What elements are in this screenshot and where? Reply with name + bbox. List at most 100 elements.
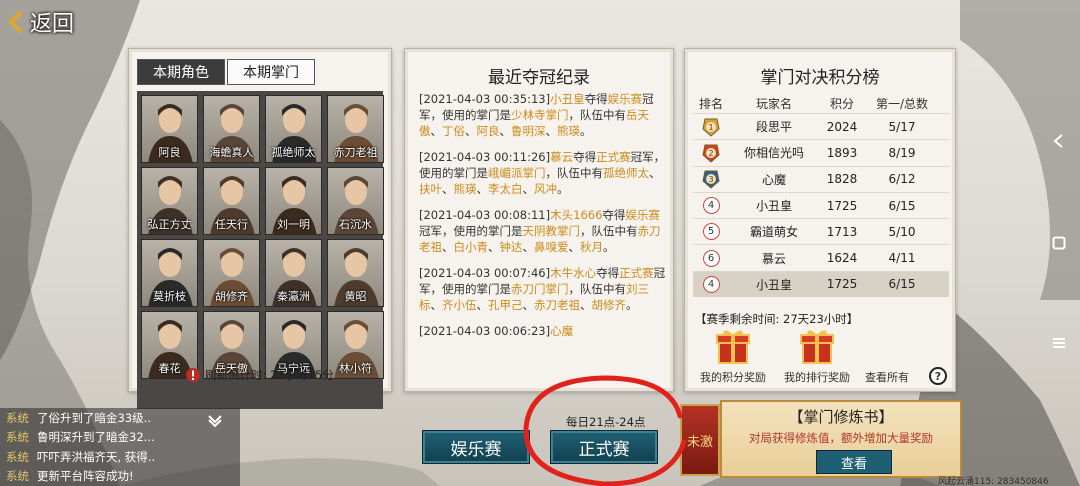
record-text: 、 xyxy=(430,124,443,138)
character-name: 黄昭 xyxy=(344,290,367,303)
record-text: 、 xyxy=(522,240,535,254)
player-ratio: 5/17 xyxy=(888,119,916,134)
back-nav-icon[interactable] xyxy=(1052,134,1066,148)
character-card[interactable]: 胡修齐 xyxy=(203,239,260,307)
records-list[interactable]: [2021-04-03 00:35:13]小丑皇夺得娱乐赛冠军，使用的掌门是少林… xyxy=(419,91,667,389)
record-highlight: 阿良 xyxy=(476,124,500,138)
record-highlight: 白小青 xyxy=(453,240,489,254)
rank-row[interactable]: 4 小丑皇 1725 6/15 xyxy=(693,191,949,218)
record-text: 、 xyxy=(442,240,454,254)
self-rank-row[interactable]: 4 小丑皇 1725 6/15 xyxy=(693,270,949,298)
record-text: 、 xyxy=(568,240,581,254)
rank-row[interactable]: 3 心魔 1828 6/12 xyxy=(693,165,949,192)
tab-current-sect-leaders[interactable]: 本期掌门 xyxy=(227,59,315,85)
player-ratio: 8/19 xyxy=(888,145,916,160)
record-text: 、 xyxy=(488,240,500,254)
record-text: 、 xyxy=(476,298,489,312)
rank-number: 6 xyxy=(702,249,720,267)
character-card[interactable]: 刘一明 xyxy=(265,167,322,235)
record-text: [2021-04-03 00:07:46] xyxy=(419,266,551,280)
record-highlight: 赤刀老祖 xyxy=(534,298,580,312)
player-score: 1725 xyxy=(826,277,858,292)
back-button[interactable]: 返回 xyxy=(8,6,74,38)
system-chat[interactable]: 系统 了俗升到了暗金33级.. 系统 鲁明深升到了暗金32... 系统 吓吓弄洪福齐天, … xyxy=(0,408,240,486)
header-ratio: 第一/总数 xyxy=(875,97,929,111)
record-highlight: 鼻嗅爱 xyxy=(534,240,569,254)
rank-row[interactable]: 6 慕云 1624 4/11 xyxy=(693,244,949,270)
casual-match-button[interactable]: 娱乐赛 xyxy=(422,430,530,464)
score-reward-button[interactable]: 我的积分奖励 xyxy=(693,327,773,391)
player-ratio: 6/15 xyxy=(888,198,916,213)
ranking-title: 掌门对决积分榜 xyxy=(760,68,880,88)
record-text: ，队伍中有 xyxy=(545,166,604,180)
record-text: 。 xyxy=(580,124,592,138)
character-card[interactable]: 石沉水 xyxy=(327,167,384,235)
record-entry: [2021-04-03 00:11:26]慕云夺得正式赛冠军，使用的掌门是峨嵋派… xyxy=(419,149,667,197)
rank-cell: 1 xyxy=(693,117,729,137)
character-card[interactable]: 林小符 xyxy=(327,311,384,379)
record-text: 、 xyxy=(476,182,489,196)
character-card[interactable]: 黄昭 xyxy=(327,239,384,307)
rank-cell: 4 xyxy=(693,275,729,293)
record-highlight: 丁俗 xyxy=(442,124,465,138)
character-card[interactable]: 赤刀老祖 xyxy=(327,95,384,163)
rank-number: 5 xyxy=(702,223,720,241)
refresh-countdown: 刷新倒计时: 23小时15分 xyxy=(185,367,334,383)
record-text: 、 xyxy=(649,166,661,180)
character-card[interactable]: 弘正方丈 xyxy=(141,167,198,235)
record-entry: [2021-04-03 00:06:23]心魔 xyxy=(419,323,667,339)
medal-rank: 1 xyxy=(708,123,713,132)
character-card[interactable]: 莫折枝 xyxy=(141,239,198,307)
view-all-button[interactable]: 查看所有 ? xyxy=(861,327,953,391)
character-card[interactable]: 海蟾真人 xyxy=(203,95,260,163)
character-card[interactable]: 孤绝师太 xyxy=(265,95,322,163)
player-ratio: 6/15 xyxy=(888,277,916,292)
record-highlight: 秋月 xyxy=(580,240,603,254)
character-name: 孤绝师太 xyxy=(271,146,316,159)
book-description: 对局获得修炼值，额外增加大量奖励 xyxy=(749,431,933,445)
ranking-list[interactable]: 1 段思平 2024 5/17 2 你相信光吗 1893 8/19 3 心魔 1828 6/12 4 小丑… xyxy=(693,113,949,298)
rank-row[interactable]: 5 霸道萌女 1713 5/10 xyxy=(693,218,949,244)
player-score: 1828 xyxy=(826,172,858,187)
view-book-button[interactable]: 查看 xyxy=(816,450,892,474)
medal-rank: 3 xyxy=(708,175,713,184)
ranked-match-button[interactable]: 正式赛 xyxy=(550,430,658,464)
rank-reward-button[interactable]: 我的排行奖励 xyxy=(777,327,857,391)
player-id: 风起云涌115: 283450846 xyxy=(938,477,1049,486)
medal-rank: 2 xyxy=(708,149,713,158)
chat-tag: 系统 xyxy=(6,410,29,425)
record-highlight: 熊瑛 xyxy=(453,182,477,196)
menu-nav-icon[interactable] xyxy=(1052,336,1066,350)
record-highlight: 娱乐赛 xyxy=(625,208,660,222)
player-ratio: 4/11 xyxy=(888,251,916,266)
record-entry: [2021-04-03 00:07:46]木牛水心夺得正式赛冠军，使用的掌门是赤… xyxy=(419,265,667,313)
record-highlight: 正式赛 xyxy=(596,150,631,164)
record-text: 、 xyxy=(545,124,558,138)
chat-message: 系统 了俗升到了暗金33级.. xyxy=(0,408,240,428)
expand-chat-icon[interactable] xyxy=(206,414,224,432)
player-name: 段思平 xyxy=(755,120,792,135)
character-name: 秦瀛洲 xyxy=(277,290,310,303)
chat-message: 系统 更新平台阵容成功! xyxy=(0,467,240,486)
character-card[interactable]: 任天行 xyxy=(203,167,260,235)
rank-row[interactable]: 2 你相信光吗 1893 8/19 xyxy=(693,139,949,165)
training-book-card: 【掌门修炼书】 对局获得修炼值，额外增加大量奖励 查看 xyxy=(720,400,962,478)
record-text: 夺得 xyxy=(602,208,626,222)
home-nav-icon[interactable] xyxy=(1052,236,1066,250)
record-highlight: 胡修齐 xyxy=(591,298,627,312)
record-text: 。 xyxy=(557,182,569,196)
player-ratio: 5/10 xyxy=(888,224,916,239)
character-card[interactable]: 秦瀛洲 xyxy=(265,239,322,307)
rank-row[interactable]: 1 段思平 2024 5/17 xyxy=(693,113,949,139)
training-book-icon[interactable]: 未激 xyxy=(680,404,720,476)
character-card[interactable]: 阿良 xyxy=(141,95,198,163)
rank-cell: 5 xyxy=(693,223,729,241)
help-icon[interactable]: ? xyxy=(929,367,947,385)
record-highlight: 孔甲己 xyxy=(488,298,523,312)
rank-number: 4 xyxy=(702,197,720,215)
record-text: 、 xyxy=(580,298,592,312)
book-title: 【掌门修炼书】 xyxy=(788,408,894,426)
character-name: 林小符 xyxy=(339,362,372,375)
player-score: 1725 xyxy=(826,198,858,213)
tab-current-characters[interactable]: 本期角色 xyxy=(137,59,225,85)
